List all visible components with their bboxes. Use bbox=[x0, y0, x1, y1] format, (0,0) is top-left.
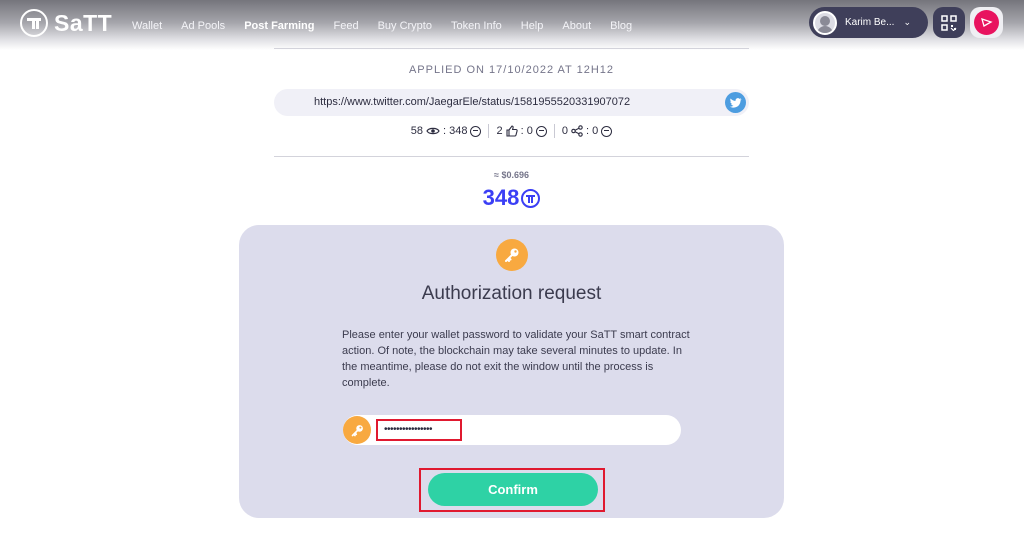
wallet-button[interactable] bbox=[970, 7, 1003, 38]
nav-feed[interactable]: Feed bbox=[333, 20, 358, 32]
satt-coin-icon bbox=[521, 188, 541, 208]
auth-title: Authorization request bbox=[421, 283, 602, 304]
post-url-box: https://www.twitter.com/JaegarEle/status… bbox=[274, 89, 749, 116]
wallet-icon bbox=[974, 10, 999, 35]
nav-ad-pools[interactable]: Ad Pools bbox=[181, 20, 225, 32]
views-reward: 348 bbox=[449, 125, 468, 137]
nav-buy-crypto[interactable]: Buy Crypto bbox=[378, 20, 432, 32]
qr-code-icon bbox=[941, 14, 957, 31]
main-nav: Wallet Ad Pools Post Farming Feed Buy Cr… bbox=[132, 20, 651, 32]
shares-stat: 0 : 0 bbox=[561, 125, 613, 137]
top-navbar: SaTT Wallet Ad Pools Post Farming Feed B… bbox=[0, 0, 1024, 50]
nav-post-farming[interactable]: Post Farming bbox=[244, 20, 314, 32]
nav-token-info[interactable]: Token Info bbox=[451, 20, 502, 32]
satt-coin-icon bbox=[470, 125, 482, 137]
stat-separator bbox=[553, 124, 555, 138]
shares-count: 0 bbox=[561, 125, 568, 137]
thumbs-up-icon bbox=[506, 125, 518, 137]
satt-logo[interactable]: SaTT bbox=[20, 9, 112, 37]
views-stat: 58 : 348 bbox=[411, 125, 482, 137]
nav-about[interactable]: About bbox=[562, 20, 591, 32]
satt-logo-icon bbox=[20, 9, 48, 37]
chevron-down-icon: ⌄ bbox=[903, 17, 912, 27]
key-icon bbox=[343, 416, 371, 444]
logo-text: SaTT bbox=[54, 9, 113, 36]
confirm-button[interactable]: Confirm bbox=[428, 473, 598, 506]
stat-separator bbox=[488, 124, 490, 138]
authorization-card: Authorization request Please enter your … bbox=[239, 225, 784, 518]
user-menu-button[interactable]: Karim Be... ⌄ bbox=[809, 7, 928, 38]
likes-count: 2 bbox=[496, 125, 503, 137]
applied-date: APPLIED ON 17/10/2022 AT 12H12 bbox=[408, 64, 615, 76]
divider bbox=[274, 48, 749, 49]
password-input[interactable]: •••••••••••••••• bbox=[376, 419, 462, 441]
divider bbox=[274, 156, 749, 157]
nav-help[interactable]: Help bbox=[521, 20, 544, 32]
total-reward: 348 bbox=[274, 185, 749, 211]
nav-blog[interactable]: Blog bbox=[610, 20, 632, 32]
views-count: 58 bbox=[410, 125, 423, 137]
twitter-icon[interactable] bbox=[725, 92, 746, 113]
shares-reward: 0 bbox=[592, 125, 599, 137]
likes-reward: 0 bbox=[526, 125, 533, 137]
auth-description: Please enter your wallet password to val… bbox=[342, 329, 690, 389]
likes-stat: 2 : 0 bbox=[496, 125, 547, 137]
post-url-link[interactable]: https://www.twitter.com/JaegarEle/status… bbox=[314, 96, 630, 108]
post-stats: 58 : 348 2 : 0 0 : 0 bbox=[274, 124, 749, 138]
satt-coin-icon bbox=[601, 125, 613, 137]
total-reward-value: 348 bbox=[482, 185, 520, 210]
password-field[interactable]: •••••••••••••••• bbox=[343, 415, 681, 445]
nav-wallet[interactable]: Wallet bbox=[132, 20, 162, 32]
user-name: Karim Be... bbox=[845, 17, 895, 28]
satt-coin-icon bbox=[535, 125, 547, 137]
eye-icon bbox=[426, 127, 440, 135]
share-icon bbox=[571, 125, 583, 137]
usd-value: ≈ $0.696 bbox=[494, 170, 529, 180]
qr-code-button[interactable] bbox=[933, 7, 965, 38]
avatar bbox=[813, 10, 837, 35]
key-icon bbox=[496, 239, 528, 271]
